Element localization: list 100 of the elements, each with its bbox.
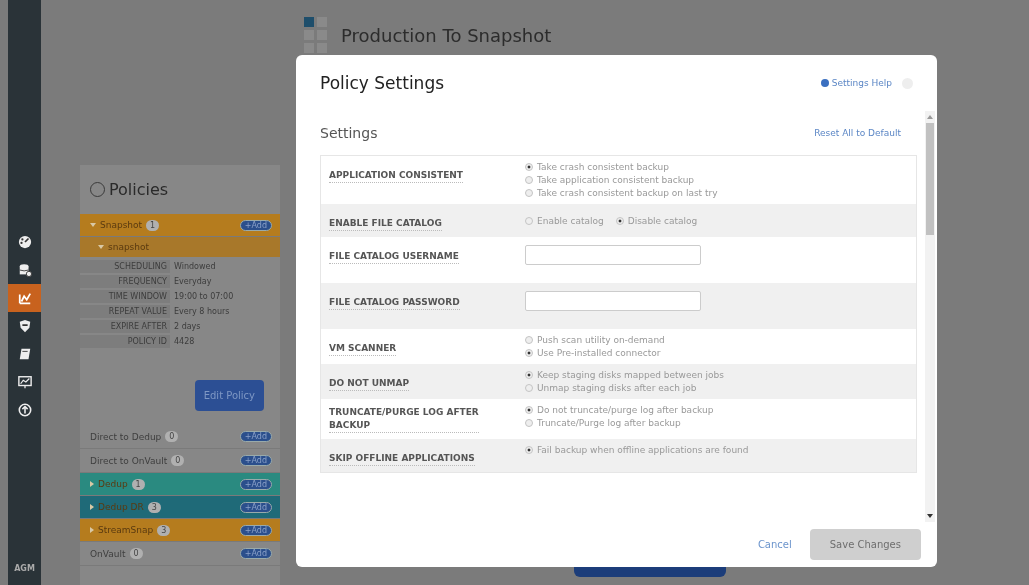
count-badge: 1 <box>146 219 160 231</box>
count-badge: 0 <box>165 431 179 442</box>
count-badge: 1 <box>131 478 145 490</box>
option-label: Keep staging disks mapped between jobs <box>537 370 724 380</box>
scrollbar-thumb[interactable] <box>926 123 934 235</box>
expand-arrow-icon[interactable] <box>90 527 94 533</box>
option-label: Truncate/Purge log after backup <box>537 418 681 428</box>
monitor-chart-icon <box>17 375 32 389</box>
expand-arrow-icon[interactable] <box>90 504 94 510</box>
radio-button[interactable] <box>525 446 533 454</box>
setting-label: TRUNCATE/PURGE LOG AFTER BACKUP <box>329 406 479 433</box>
radio-button[interactable] <box>525 349 533 357</box>
radio-button[interactable] <box>525 384 533 392</box>
policy-group-header[interactable]: Dedup 1 +Add <box>80 473 280 496</box>
setting-label: ENABLE FILE CATALOG <box>329 217 442 231</box>
dialog-title: Policy Settings <box>320 73 446 93</box>
radio-button[interactable] <box>525 336 533 344</box>
shield-icon <box>17 319 32 333</box>
add-button[interactable]: +Add <box>239 501 272 513</box>
group-label: Snapshot <box>100 220 143 230</box>
edit-policy-button[interactable]: Edit Policy <box>194 380 264 411</box>
option-label: Take crash consistent backup <box>537 162 669 172</box>
gauge-icon <box>17 235 32 249</box>
option-label: Unmap staging disks after each job <box>537 383 697 393</box>
nav-label: AGM <box>13 564 36 573</box>
policy-group-header[interactable]: Direct to Dedup 0 +Add <box>80 425 280 449</box>
policy-group-header[interactable]: Snapshot 1 +Add <box>80 214 280 237</box>
detail-value: Everyday <box>174 276 213 288</box>
detail-value: Every 8 hours <box>174 306 231 318</box>
database-icon <box>17 263 32 277</box>
scrollbar[interactable] <box>925 111 935 522</box>
policy-item[interactable]: snapshot <box>80 237 280 257</box>
reset-link[interactable]: Reset All to Default <box>814 128 901 138</box>
policy-group-header[interactable]: Dedup DR 3 +Add <box>80 496 280 519</box>
detail-key: REPEAT VALUE <box>80 305 170 318</box>
section-title: Settings <box>320 125 379 141</box>
option-label: Disable catalog <box>627 215 698 226</box>
group-label: Dedup <box>98 479 128 489</box>
option-label: Push scan utility on-demand <box>537 335 665 345</box>
detail-key: POLICY ID <box>80 335 170 348</box>
radio-button[interactable] <box>615 216 624 225</box>
detail-key: EXPIRE AFTER <box>80 320 170 333</box>
radio-button[interactable] <box>525 406 533 414</box>
add-button[interactable]: +Add <box>239 431 272 442</box>
group-label: OnVault <box>90 548 126 559</box>
count-badge: 0 <box>129 548 143 559</box>
policy-group-header[interactable]: OnVault 0 +Add <box>80 542 280 566</box>
detail-key: SCHEDULING <box>80 260 170 273</box>
policy-name: snapshot <box>108 242 150 252</box>
option-label: Take application consistent backup <box>537 175 695 185</box>
setting-label: FILE CATALOG PASSWORD <box>329 296 460 310</box>
panel-title: Policies <box>109 180 169 199</box>
group-label: Direct to OnVault <box>90 455 168 466</box>
book-icon <box>17 347 32 361</box>
detail-value: 19:00 to 07:00 <box>174 291 235 303</box>
chart-icon <box>17 291 32 305</box>
radio-button[interactable] <box>525 176 533 184</box>
count-badge: 3 <box>157 524 171 536</box>
detail-value: 2 days <box>174 321 202 333</box>
input-field[interactable] <box>525 291 701 311</box>
add-button[interactable]: +Add <box>239 478 272 490</box>
option-label: Take crash consistent backup on last try <box>537 188 718 198</box>
expand-arrow-icon[interactable] <box>90 223 96 227</box>
radio-button[interactable] <box>525 419 533 427</box>
logo-icon <box>304 17 327 53</box>
option-label: Use Pre-installed connector <box>537 348 661 358</box>
radio-button[interactable] <box>525 216 533 225</box>
upload-icon <box>17 403 32 417</box>
detail-value: Windowed <box>174 261 217 273</box>
option-label: Enable catalog <box>537 215 604 226</box>
radio-button[interactable] <box>525 189 533 197</box>
policy-group-header[interactable]: StreamSnap 3 +Add <box>80 519 280 542</box>
radio-button[interactable] <box>525 371 533 379</box>
expand-arrow-icon[interactable] <box>90 481 94 487</box>
settings-help-link[interactable]: Settings Help <box>820 78 892 88</box>
detail-key: TIME WINDOW <box>80 290 170 303</box>
radio-button[interactable] <box>525 163 533 171</box>
setting-label: VM SCANNER <box>329 342 397 356</box>
option-label: Do not truncate/purge log after backup <box>537 405 714 415</box>
add-button[interactable]: +Add <box>239 455 272 466</box>
add-button[interactable]: +Add <box>239 219 272 231</box>
setting-label: DO NOT UNMAP <box>329 377 410 391</box>
detail-key: FREQUENCY <box>80 275 170 288</box>
cancel-link[interactable]: Cancel <box>757 539 792 550</box>
group-label: Dedup DR <box>98 502 144 512</box>
group-label: StreamSnap <box>98 525 154 535</box>
count-badge: 0 <box>171 455 185 466</box>
add-button[interactable]: +Add <box>239 524 272 536</box>
page-title: Production To Snapshot <box>341 24 552 46</box>
scroll-down-icon[interactable] <box>927 514 933 518</box>
setting-label: APPLICATION CONSISTENT <box>329 169 463 183</box>
scroll-up-icon[interactable] <box>927 115 933 119</box>
option-label: Fail backup when offline applications are found <box>537 445 749 455</box>
detail-value: 4428 <box>174 336 196 348</box>
input-field[interactable] <box>525 245 701 265</box>
info-icon <box>820 79 829 87</box>
setting-label: FILE CATALOG USERNAME <box>329 250 459 264</box>
group-label: Direct to Dedup <box>90 431 162 442</box>
expand-arrow-icon[interactable] <box>98 245 104 249</box>
add-button[interactable]: +Add <box>239 548 272 559</box>
